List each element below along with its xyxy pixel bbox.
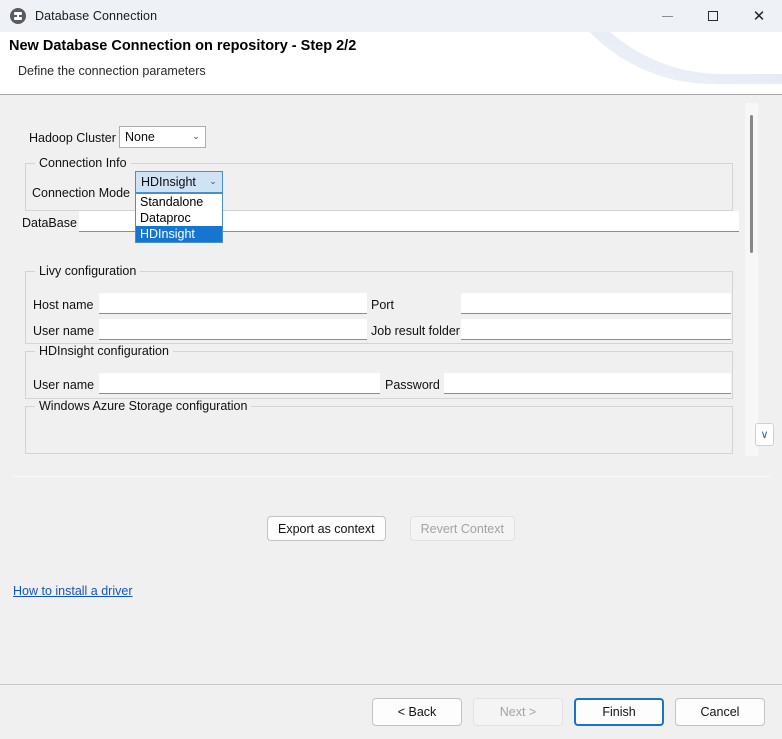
connection-mode-value: HDInsight	[141, 175, 196, 189]
wizard-navigation-buttons: < Back Next > Finish Cancel	[372, 698, 765, 726]
export-as-context-button[interactable]: Export as context	[267, 516, 386, 541]
back-button[interactable]: < Back	[372, 698, 462, 726]
connection-mode-label: Connection Mode	[32, 186, 130, 200]
livy-port-label: Port	[371, 298, 394, 312]
livy-job-result-folder-input[interactable]	[461, 319, 731, 340]
connection-info-group-title: Connection Info	[35, 156, 131, 170]
wizard-button-bar: < Back Next > Finish Cancel	[0, 685, 782, 739]
revert-context-button[interactable]: Revert Context	[409, 516, 515, 541]
hadoop-cluster-value: None	[125, 130, 155, 144]
hdinsight-user-name-label: User name	[33, 378, 95, 392]
export-as-context-label: Export as context	[278, 521, 375, 536]
window-controls: ✕	[644, 0, 782, 32]
settings-scroll-area: Hadoop Cluster None ⌄ Connection Info Co…	[0, 95, 782, 462]
close-button[interactable]: ✕	[736, 0, 782, 32]
database-connection-window: Database Connection ✕ New Database Conne…	[0, 0, 782, 739]
finish-button-label: Finish	[602, 705, 636, 719]
how-to-install-driver-link[interactable]: How to install a driver	[13, 584, 133, 598]
hdinsight-password-input[interactable]	[444, 373, 731, 394]
next-button-label: Next >	[499, 705, 537, 719]
hadoop-cluster-label: Hadoop Cluster	[29, 131, 116, 145]
azure-storage-configuration-group-title: Windows Azure Storage configuration	[35, 399, 252, 413]
database-connection-icon	[10, 8, 26, 24]
hadoop-cluster-combobox[interactable]: None ⌄	[119, 126, 206, 148]
cancel-button[interactable]: Cancel	[675, 698, 765, 726]
back-button-label: < Back	[397, 705, 437, 719]
connection-mode-dropdown-list[interactable]: Standalone Dataproc HDInsight	[135, 193, 223, 243]
hdinsight-user-name-input[interactable]	[99, 373, 380, 394]
revert-context-label: Revert Context	[420, 521, 504, 536]
chevron-down-icon: ⌄	[192, 131, 200, 142]
database-label: DataBase	[22, 216, 77, 230]
wizard-banner: New Database Connection on repository - …	[0, 32, 782, 95]
azure-storage-configuration-group: Windows Azure Storage configuration	[25, 399, 733, 454]
chevron-down-icon: ⌄	[209, 176, 217, 187]
hdinsight-password-label: Password	[385, 378, 440, 392]
cancel-button-label: Cancel	[700, 705, 740, 719]
livy-port-input[interactable]	[461, 293, 731, 314]
livy-host-name-label: Host name	[33, 298, 94, 312]
next-button[interactable]: Next >	[473, 698, 563, 726]
connection-mode-combobox[interactable]: HDInsight ⌄	[135, 171, 223, 193]
livy-user-name-input[interactable]	[99, 319, 367, 340]
maximize-button[interactable]	[690, 0, 736, 32]
dropdown-option-dataproc[interactable]: Dataproc	[136, 210, 222, 226]
livy-host-name-input[interactable]	[99, 293, 367, 314]
livy-job-result-folder-label: Job result folder	[371, 324, 460, 338]
finish-button[interactable]: Finish	[574, 698, 664, 726]
scrollbar-thumb[interactable]	[750, 115, 753, 253]
connection-info-group: Connection Info	[25, 156, 733, 211]
wizard-content: Hadoop Cluster None ⌄ Connection Info Co…	[0, 95, 782, 685]
context-button-row: Export as context Revert Context	[0, 516, 782, 541]
minimize-button[interactable]	[644, 0, 690, 32]
livy-configuration-group-title: Livy configuration	[35, 264, 141, 278]
maximize-icon	[708, 11, 718, 21]
content-divider	[12, 476, 770, 477]
chevron-down-icon: ∨	[760, 428, 769, 441]
dropdown-option-hdinsight[interactable]: HDInsight	[136, 226, 222, 242]
expand-section-button[interactable]: ∨	[755, 423, 774, 446]
livy-user-name-label: User name	[33, 324, 95, 338]
close-icon: ✕	[752, 6, 766, 25]
hdinsight-configuration-group-title: HDInsight configuration	[35, 344, 173, 358]
page-subtitle: Define the connection parameters	[18, 64, 206, 78]
settings-vertical-scrollbar[interactable]	[745, 103, 758, 456]
title-bar: Database Connection ✕	[0, 0, 782, 32]
dropdown-option-standalone[interactable]: Standalone	[136, 194, 222, 210]
page-title: New Database Connection on repository - …	[9, 38, 357, 54]
window-title: Database Connection	[35, 9, 158, 23]
minimize-icon	[661, 15, 673, 17]
